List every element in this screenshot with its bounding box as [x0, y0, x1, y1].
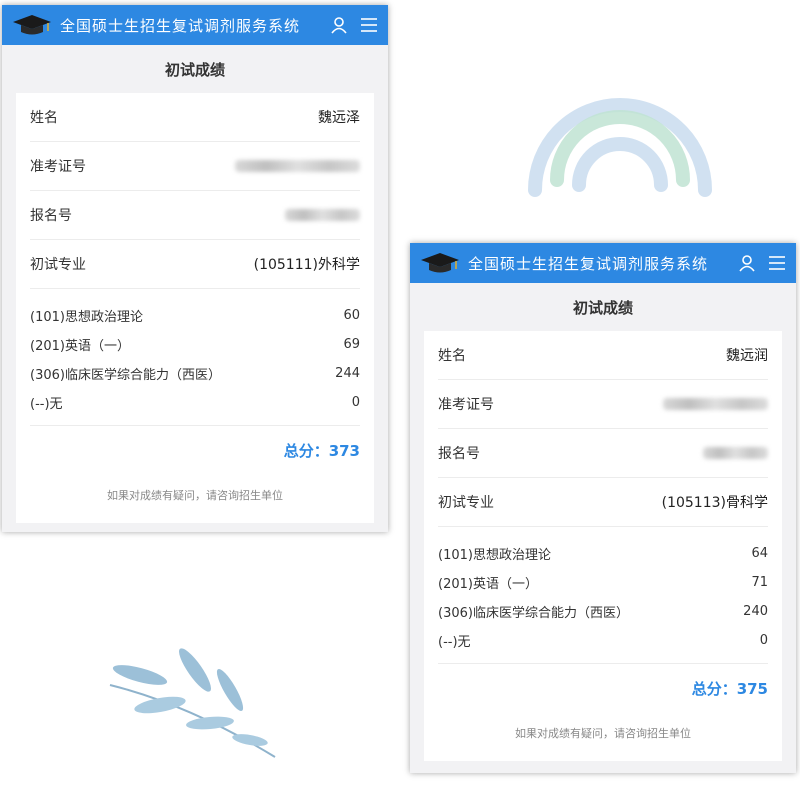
subject-score: 0: [351, 395, 360, 410]
subject-score: 69: [343, 337, 360, 352]
subject-row: (306)临床医学综合能力（西医） 244: [30, 359, 360, 388]
exam-id-redacted: [235, 160, 360, 172]
reg-no-row: 报名号: [30, 191, 360, 240]
subject-name: (306)临床医学综合能力（西医）: [438, 606, 629, 621]
name-label: 姓名: [30, 110, 58, 126]
name-label: 姓名: [438, 348, 466, 364]
menu-icon[interactable]: [360, 17, 378, 33]
subject-name: (201)英语（一）: [438, 577, 538, 592]
score-panel: 姓名 魏远润 准考证号 报名号 初试专业 (105113)骨科学 (101)思想…: [424, 331, 782, 761]
exam-id-label: 准考证号: [30, 159, 86, 175]
major-value: (105111)外科学: [253, 257, 360, 273]
subject-row: (101)思想政治理论 60: [30, 301, 360, 330]
total-score: 总分：373: [283, 441, 360, 460]
exam-id-label: 准考证号: [438, 397, 494, 413]
subject-row: (201)英语（一） 71: [438, 568, 768, 597]
subject-name: (101)思想政治理论: [30, 310, 143, 325]
subject-score: 64: [751, 546, 768, 561]
menu-icon[interactable]: [768, 255, 786, 271]
score-card-a: 全国硕士生招生复试调剂服务系统 初试成绩 姓名 魏远泽 准考证号 报名号 初试专…: [2, 5, 388, 532]
app-title: 全国硕士生招生复试调剂服务系统: [60, 16, 301, 35]
app-header: 全国硕士生招生复试调剂服务系统: [2, 5, 388, 45]
app-header: 全国硕士生招生复试调剂服务系统: [410, 243, 796, 283]
major-row: 初试专业 (105111)外科学: [30, 240, 360, 289]
rainbow-decoration: [528, 98, 712, 197]
subject-row: (101)思想政治理论 64: [438, 539, 768, 568]
reg-no-redacted: [703, 447, 768, 459]
subject-score: 0: [759, 633, 768, 648]
total-score: 总分：375: [691, 679, 768, 698]
subject-row: (306)临床医学综合能力（西医） 240: [438, 597, 768, 626]
reg-no-label: 报名号: [30, 208, 72, 224]
subject-row: (--)无 0: [438, 626, 768, 655]
subject-name: (--)无: [438, 635, 471, 650]
name-value: 魏远泽: [318, 110, 360, 126]
subject-name: (101)思想政治理论: [438, 548, 551, 563]
reg-no-label: 报名号: [438, 446, 480, 462]
subject-name: (--)无: [30, 397, 63, 412]
subject-score: 60: [343, 308, 360, 323]
score-card-b: 全国硕士生招生复试调剂服务系统 初试成绩 姓名 魏远润 准考证号 报名号 初试专…: [410, 243, 796, 773]
subject-score: 240: [743, 604, 768, 619]
subject-score: 71: [751, 575, 768, 590]
subject-scores: (101)思想政治理论 64 (201)英语（一） 71 (306)临床医学综合…: [438, 527, 768, 664]
reg-no-redacted: [285, 209, 360, 221]
exam-id-redacted: [663, 398, 768, 410]
subject-name: (201)英语（一）: [30, 339, 130, 354]
name-row: 姓名 魏远润: [438, 331, 768, 380]
major-row: 初试专业 (105113)骨科学: [438, 478, 768, 527]
page-title: 初试成绩: [164, 60, 225, 79]
subject-name: (306)临床医学综合能力（西医）: [30, 368, 221, 383]
inquiry-note: 如果对成绩有疑问，请咨询招生单位: [107, 489, 283, 502]
page-title: 初试成绩: [572, 298, 633, 317]
subject-scores: (101)思想政治理论 60 (201)英语（一） 69 (306)临床医学综合…: [30, 289, 360, 426]
exam-id-row: 准考证号: [30, 142, 360, 191]
inquiry-note: 如果对成绩有疑问，请咨询招生单位: [515, 727, 691, 740]
graduation-cap-icon: [13, 15, 51, 35]
major-label: 初试专业: [30, 257, 86, 273]
name-row: 姓名 魏远泽: [30, 93, 360, 142]
name-value: 魏远润: [726, 348, 768, 364]
graduation-cap-icon: [421, 253, 459, 273]
score-panel: 姓名 魏远泽 准考证号 报名号 初试专业 (105111)外科学 (101)思想…: [16, 93, 374, 523]
app-title: 全国硕士生招生复试调剂服务系统: [468, 254, 709, 273]
major-label: 初试专业: [438, 495, 494, 511]
subject-score: 244: [335, 366, 360, 381]
leaf-branch-decoration: [109, 648, 276, 758]
subject-row: (201)英语（一） 69: [30, 330, 360, 359]
subject-row: (--)无 0: [30, 388, 360, 417]
user-icon[interactable]: [330, 16, 348, 34]
exam-id-row: 准考证号: [438, 380, 768, 429]
major-value: (105113)骨科学: [661, 495, 768, 511]
user-icon[interactable]: [738, 254, 756, 272]
reg-no-row: 报名号: [438, 429, 768, 478]
